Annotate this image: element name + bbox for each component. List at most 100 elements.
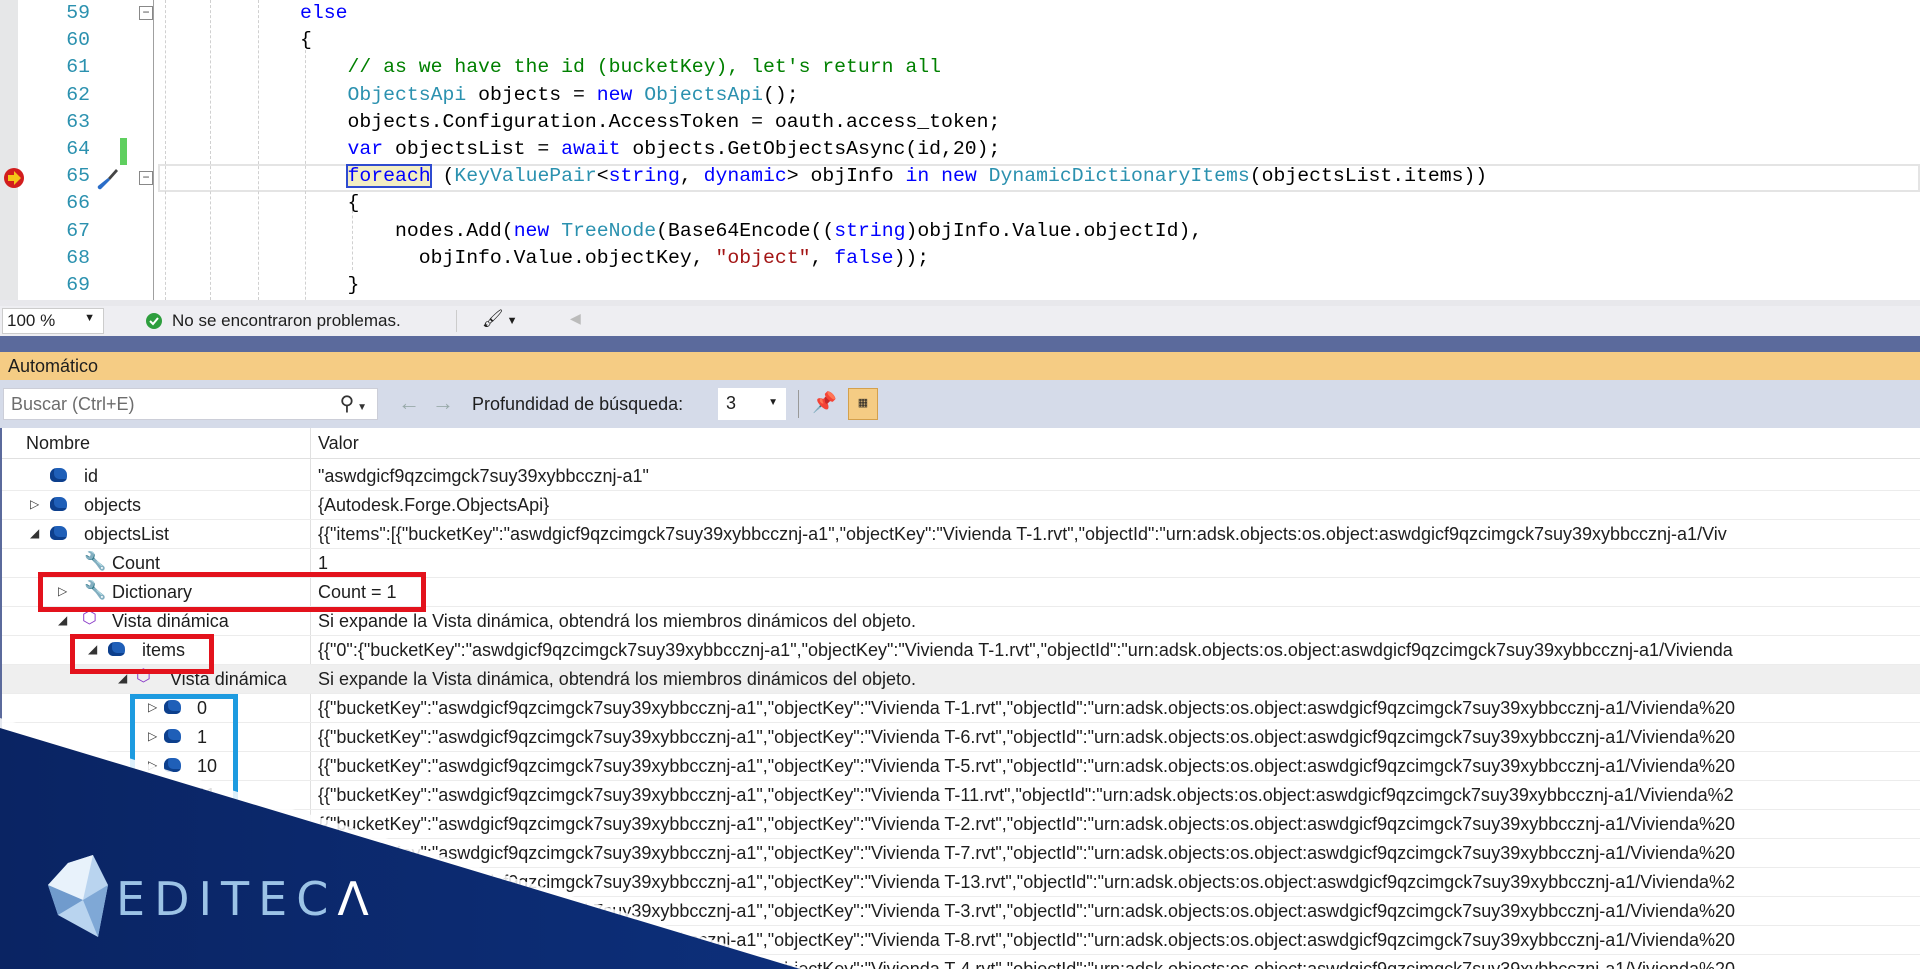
collapsed-triangle-icon[interactable]: ▷ (148, 961, 157, 969)
row-value: {{"bucketKey":"aswdgicf9qzcimgck7suy39xy… (318, 727, 1736, 747)
code-token: objects.GetObjectsAsync(id,20); (620, 138, 1001, 160)
expanded-triangle-icon[interactable]: ◢ (58, 613, 67, 627)
code-token: )objInfo.Value.objectId), (905, 219, 1203, 242)
quick-actions-screwdriver-icon[interactable] (94, 166, 120, 192)
divider (798, 390, 799, 418)
code-text: objInfo.Value.objectKey, "object", false… (300, 245, 929, 272)
row-value: {{"bucketKey":"aswdgicf9qzcimgck7suy39xy… (318, 785, 1734, 805)
tree-row[interactable]: ▷ 11 {{"bucketKey":"aswdgicf9qzcimgck7suy3… (2, 781, 1920, 810)
zoom-dropdown[interactable]: 100 % ▼ (2, 308, 104, 334)
brush-icon[interactable]: 🖌 ▼ (482, 309, 518, 329)
tree-row[interactable]: ◢ items {{"0":{"bucketKey":"aswdgicf9qzcim… (2, 636, 1920, 665)
code-token: objects.Configuration.AccessToken = oaut… (300, 110, 1001, 133)
code-token: else (300, 2, 348, 24)
code-line[interactable]: 68 objInfo.Value.objectKey, "object", fa… (0, 245, 1920, 272)
search-input[interactable]: Buscar (Ctrl+E) ⚲ ▼ (3, 388, 378, 420)
code-token: { (300, 29, 312, 52)
tree-row[interactable]: ▷ {{"bucketKey":"aswdgicf9qzcimgck7suy39x… (2, 955, 1920, 969)
code-line[interactable]: 62 ObjectsApi objects = new ObjectsApi()… (0, 82, 1920, 109)
code-token: (objectsList.items)) (1249, 165, 1488, 188)
collapse-toggle[interactable]: − (139, 171, 153, 185)
line-number: 59 (66, 2, 90, 24)
line-number: 62 (66, 83, 90, 106)
field-cube-icon (164, 961, 181, 969)
line-number: 67 (66, 219, 90, 242)
panel-title: Automático (8, 356, 99, 376)
code-line[interactable]: 66 { (0, 190, 1920, 217)
code-line[interactable]: 59 else (0, 0, 1920, 27)
tree-row[interactable]: id "aswdgicf9qzcimgck7suy39xybbccznj-a1" (2, 462, 1920, 491)
back-arrow-icon[interactable]: ← (398, 390, 420, 416)
code-token: // as we have the id (bucketKey), let's … (300, 56, 942, 79)
code-line[interactable]: 63 objects.Configuration.AccessToken = o… (0, 109, 1920, 136)
row-value: "aswdgicf9qzcimgck7suy39xybbccznj-a1" (318, 466, 649, 486)
code-token: objInfo.Value.objectKey, (300, 246, 716, 269)
pin-filter-icon[interactable]: 📌 (812, 390, 837, 415)
scroll-left-icon[interactable]: ◀ (570, 310, 581, 327)
tree-row[interactable]: ▷ 10 {{"bucketKey":"aswdgicf9qzcimgck7suy3… (2, 752, 1920, 781)
code-text: { (300, 27, 312, 54)
line-number: 68 (66, 246, 90, 269)
tree-row[interactable]: ▷ 1 {{"bucketKey":"aswdgicf9qzcimgck7suy39… (2, 723, 1920, 752)
code-line[interactable]: 60 { (0, 27, 1920, 54)
code-text: { (300, 190, 359, 217)
editeca-logo-text: EDITECΛ (116, 872, 378, 926)
tree-row[interactable]: ◢ ⬡ Vista dinámica Si expande la Vista diná… (2, 665, 1920, 694)
expanded-triangle-icon[interactable]: ◢ (30, 526, 39, 540)
logo-text-last: Λ (337, 872, 378, 926)
row-name: Vista dinámica (112, 611, 229, 631)
code-token: nodes.Add( (300, 219, 514, 242)
panel-splitter[interactable] (0, 336, 1920, 352)
code-token: string (834, 219, 906, 242)
zoom-value: 100 % (7, 311, 56, 330)
tree-row[interactable]: ◢ objectsList {{"items":[{"bucketKey":"asw… (2, 520, 1920, 549)
code-line[interactable]: 61 // as we have the id (bucketKey), let… (0, 54, 1920, 81)
collapsed-triangle-icon[interactable]: ▷ (30, 497, 39, 511)
logo-text: EDITEC (116, 872, 338, 926)
row-value: {{"0":{"bucketKey":"aswdgicf9qzcimgck7su… (318, 640, 1733, 660)
column-header-name[interactable]: Nombre (26, 433, 90, 454)
issues-status[interactable]: No se encontraron problemas. (172, 311, 401, 331)
code-token: var (347, 138, 384, 160)
search-icon[interactable]: ⚲ ▼ (340, 391, 367, 416)
line-number: 60 (66, 29, 90, 52)
code-line[interactable]: 64 var objectsList = await objects.GetOb… (0, 136, 1920, 163)
code-token: } (300, 274, 360, 296)
tree-row[interactable]: ▷ 0 {{"bucketKey":"aswdgicf9qzcimgck7suy39… (2, 694, 1920, 723)
field-cube-icon (50, 526, 67, 540)
line-number: 65 (66, 165, 90, 188)
code-line[interactable]: 67 nodes.Add(new TreeNode(Base64Encode((… (0, 218, 1920, 245)
row-value: {{"bucketKey":"aswdgicf9qzcimgck7suy39xy… (318, 756, 1736, 776)
column-header-row: Nombre Valor (2, 428, 1920, 459)
editor-status-bar: 100 % ▼ No se encontraron problemas. 🖌 ▼ … (0, 306, 1920, 336)
row-name: objects (84, 495, 142, 515)
code-token: { (300, 192, 360, 215)
collapse-toggle[interactable]: − (139, 6, 153, 20)
tab-view-toggle-icon[interactable]: ▦ (848, 388, 878, 420)
search-depth-dropdown[interactable]: 3 ▼ (718, 388, 786, 420)
forward-arrow-icon[interactable]: → (432, 390, 454, 416)
code-editor[interactable]: 59 else 60 {61 // as we have the id (bucket… (0, 0, 1920, 305)
field-cube-icon (50, 468, 67, 482)
code-text: // as we have the id (bucketKey), let's … (300, 54, 941, 81)
code-line[interactable]: 69 } (0, 272, 1920, 299)
code-token: await (561, 138, 621, 160)
column-header-value[interactable]: Valor (318, 433, 359, 454)
code-token: string (608, 165, 680, 188)
tree-row[interactable]: ▷ {{"bucketKey":"aswdgicf9qzcimgck7suy39x… (2, 810, 1920, 839)
code-line[interactable]: 65 foreach (KeyValuePair<string, dynamic… (0, 163, 1920, 190)
tree-row[interactable]: ▷ objects {Autodesk.Forge.ObjectsApi} (2, 491, 1920, 520)
code-token: ObjectsApi (644, 83, 763, 106)
code-text: else (300, 0, 347, 27)
code-token: new (941, 165, 977, 188)
code-text: var objectsList = await objects.GetObjec… (300, 136, 1000, 163)
divider (456, 310, 457, 332)
code-token: (); (763, 83, 799, 106)
code-token: "object" (715, 246, 811, 269)
wrench-icon: 🔧 (84, 551, 107, 571)
annotation-blue-box-keys (130, 694, 238, 844)
row-value: {{"bucketKey":"aswdgicf9qzcimgck7suy39xy… (318, 901, 1736, 921)
